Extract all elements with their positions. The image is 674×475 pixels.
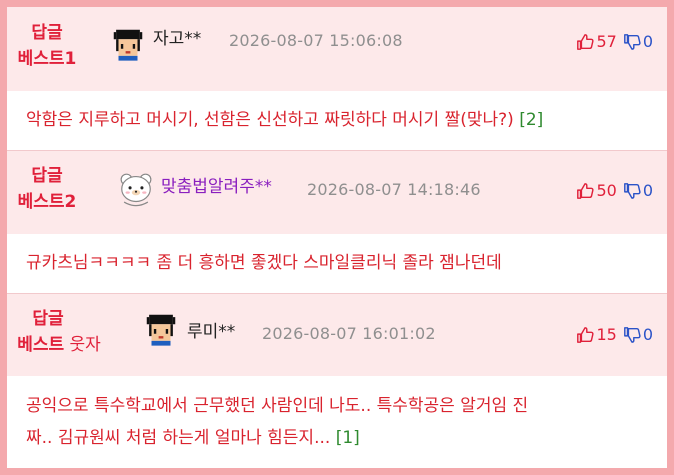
comment-header: 답글 베스트2 맞춤법알려주** 2026-08-07 14:18:46 50	[7, 151, 667, 234]
best-badge: 답글 베스트 웃자	[7, 306, 111, 358]
thumbs-down-icon[interactable]	[623, 33, 641, 51]
badge-label-bottom: 베스트	[17, 335, 65, 355]
badge-label-bottom: 베스트2	[17, 192, 77, 212]
comment-date: 2026-08-07 15:06:08	[229, 31, 403, 50]
vote-box: 57 0	[576, 30, 653, 54]
thumbs-up-icon[interactable]	[576, 182, 595, 200]
vote-box: 50 0	[576, 179, 653, 203]
thumbs-up-icon[interactable]	[576, 326, 595, 344]
reply-count[interactable]: [2]	[519, 110, 543, 130]
comment-date: 2026-08-07 16:01:02	[262, 324, 436, 343]
comment-body: 규카츠님ㅋㅋㅋㅋ 좀 더 흥하면 좋겠다 스마일클리닉 졸라 잼나던데	[7, 234, 667, 293]
comment-text: 악함은 지루하고 머시기, 선함은 신선하고 짜릿하다 머시기 짤(맞나?)	[26, 110, 514, 130]
best-badge: 답글 베스트1	[7, 20, 87, 72]
comment-text-line: 짜.. 김규원씨 처럼 하는게 얼마나 힘든지...	[26, 428, 331, 448]
nickname[interactable]: 루미**	[187, 320, 235, 344]
badge-suffix: 웃자	[64, 335, 101, 355]
bear-avatar[interactable]	[117, 170, 155, 208]
reply-count[interactable]: [1]	[336, 428, 360, 448]
comment-text: 규카츠님ㅋㅋㅋㅋ 좀 더 흥하면 좋겠다 스마일클리닉 졸라 잼나던데	[26, 253, 502, 273]
best-comments-panel: 답글 베스트1 자고** 2026-08-07 15:06:08 57 0 악함…	[7, 7, 667, 468]
nickname[interactable]: 자고**	[153, 27, 201, 51]
comment-date: 2026-08-07 14:18:46	[307, 180, 481, 199]
best-badge: 답글 베스트2	[7, 163, 87, 215]
thumbs-down-icon[interactable]	[623, 326, 641, 344]
thumbs-down-icon[interactable]	[623, 182, 641, 200]
nickname[interactable]: 맞춤법알려주**	[161, 175, 272, 199]
comment-header: 답글 베스트1 자고** 2026-08-07 15:06:08 57 0	[7, 7, 667, 91]
downvote-count: 0	[642, 325, 653, 344]
vote-box: 15 0	[576, 323, 653, 347]
pixel-boy-avatar[interactable]	[142, 310, 180, 348]
upvote-count: 57	[596, 32, 617, 51]
downvote-count: 0	[642, 181, 653, 200]
upvote-count: 50	[596, 181, 617, 200]
upvote-count: 15	[596, 325, 617, 344]
comment-body: 악함은 지루하고 머시기, 선함은 신선하고 짜릿하다 머시기 짤(맞나?) […	[7, 91, 667, 150]
comment-body: 공익으로 특수학교에서 근무했던 사람인데 나도.. 특수학공은 알거임 진 짜…	[7, 376, 667, 468]
comment-header: 답글 베스트 웃자 루미** 2026-08-07 16:01:02 15 0	[7, 294, 667, 376]
thumbs-up-icon[interactable]	[576, 33, 595, 51]
downvote-count: 0	[642, 32, 653, 51]
badge-label-top: 답글	[31, 166, 63, 186]
badge-label-top: 답글	[31, 23, 63, 43]
comment-text-line: 공익으로 특수학교에서 근무했던 사람인데 나도.. 특수학공은 알거임 진	[26, 396, 529, 416]
badge-label-top: 답글	[32, 309, 64, 329]
badge-label-bottom: 베스트1	[17, 49, 77, 69]
pixel-boy-avatar[interactable]	[109, 25, 147, 63]
